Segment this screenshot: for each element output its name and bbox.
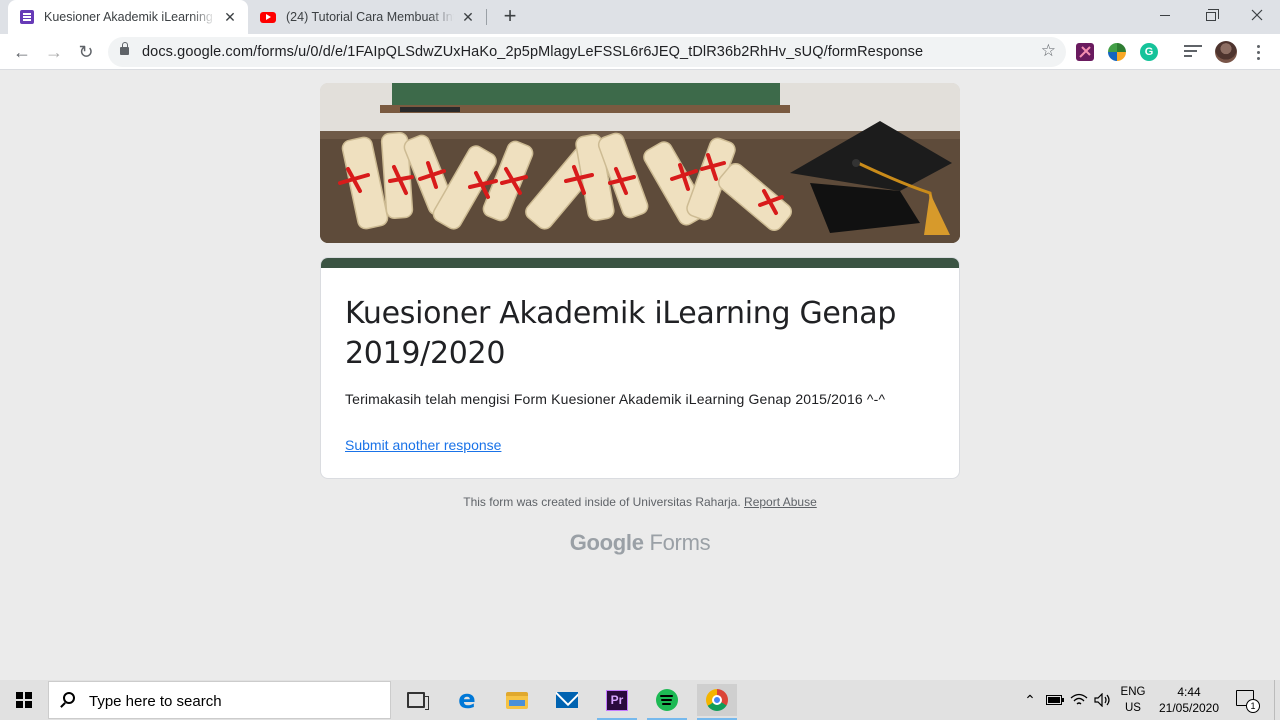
submit-another-link[interactable]: Submit another response [345, 437, 501, 453]
edge-button[interactable]: e [447, 684, 487, 716]
tab-title: Kuesioner Akademik iLearning Genap 2019/… [44, 10, 216, 24]
task-view-icon [407, 692, 429, 710]
tab-strip: Kuesioner Akademik iLearning Genap 2019/… [0, 0, 1280, 34]
youtube-icon [260, 11, 276, 23]
spotify-button[interactable] [647, 684, 687, 720]
confirmation-message: Terimakasih telah mengisi Form Kuesioner… [345, 391, 886, 407]
minimize-icon [1160, 14, 1170, 16]
search-placeholder: Type here to search [89, 693, 222, 710]
window-close-button[interactable] [1234, 0, 1280, 30]
edge-icon: e [458, 685, 476, 715]
show-hidden-icons-button[interactable]: ⌃ [1020, 680, 1040, 720]
footer-text: This form was created inside of Universi… [463, 495, 741, 509]
minimize-button[interactable] [1142, 0, 1188, 30]
show-desktop-button[interactable] [1274, 680, 1280, 720]
google-forms-icon [20, 10, 34, 24]
chrome-icon [706, 689, 728, 711]
close-icon [1251, 9, 1263, 21]
tab-separator [486, 9, 487, 25]
header-image [320, 83, 960, 243]
clock-date: 21/05/2020 [1158, 701, 1220, 715]
arrow-left-icon: ← [13, 41, 31, 62]
back-button[interactable]: ← [8, 38, 36, 66]
windows-icon [16, 692, 32, 708]
input-language-indicator[interactable]: ENG US [1118, 684, 1148, 716]
taskbar-search[interactable]: Type here to search [48, 681, 391, 719]
logo-forms: Forms [649, 530, 711, 555]
close-icon[interactable]: ✕ [460, 9, 476, 26]
chrome-button[interactable] [697, 684, 737, 720]
premiere-icon: Pr [606, 689, 628, 711]
avatar[interactable] [1215, 41, 1237, 63]
report-abuse-link[interactable]: Report Abuse [744, 495, 817, 509]
battery-icon[interactable] [1044, 680, 1066, 720]
task-view-button[interactable] [396, 684, 436, 716]
address-bar[interactable]: docs.google.com/forms/u/0/d/e/1FAIpQLSdw… [108, 37, 1066, 67]
tab-forms[interactable]: Kuesioner Akademik iLearning Genap 2019/… [8, 0, 248, 34]
page-viewport: Kuesioner Akademik iLearning Genap 2019/… [0, 70, 1280, 680]
extension-icon[interactable] [1076, 43, 1094, 61]
form-card: Kuesioner Akademik iLearning Genap 2019/… [320, 257, 960, 479]
browser-toolbar: ← → ↻ docs.google.com/forms/u/0/d/e/1FAI… [0, 34, 1280, 70]
volume-icon[interactable] [1092, 680, 1114, 720]
start-button[interactable] [0, 680, 48, 720]
keyboard-layout: US [1125, 702, 1141, 714]
premiere-button[interactable]: Pr [597, 684, 637, 720]
google-forms-logo[interactable]: Google Forms [320, 530, 960, 556]
tab-title: (24) Tutorial Cara Membuat Intro [286, 10, 454, 24]
forward-button[interactable]: → [40, 38, 68, 66]
restore-icon [1206, 8, 1219, 21]
spotify-icon [656, 689, 678, 711]
menu-icon[interactable] [1250, 42, 1266, 62]
search-icon [63, 692, 75, 704]
card-accent-bar [321, 258, 959, 268]
bookmark-star-icon[interactable]: ☆ [1041, 41, 1056, 61]
taskbar: Type here to search e Pr ⌃ ENG US 4:44 2… [0, 680, 1280, 720]
chevron-up-icon: ⌃ [1024, 691, 1036, 708]
mail-button[interactable] [547, 684, 587, 716]
grammarly-icon[interactable]: G [1140, 43, 1158, 61]
close-icon[interactable]: ✕ [222, 9, 238, 26]
extension-icon[interactable] [1108, 43, 1126, 61]
lock-icon [120, 42, 129, 55]
media-control-icon[interactable] [1184, 45, 1202, 59]
file-explorer-icon [506, 691, 528, 709]
arrow-right-icon: → [45, 41, 63, 62]
form-footer: This form was created inside of Universi… [320, 495, 960, 509]
page-title: Kuesioner Akademik iLearning Genap 2019/… [345, 296, 897, 371]
language-code: ENG [1120, 686, 1146, 698]
tab-youtube[interactable]: (24) Tutorial Cara Membuat Intro ✕ [248, 0, 486, 34]
new-tab-button[interactable]: + [498, 4, 522, 28]
clock[interactable]: 4:44 21/05/2020 [1152, 684, 1226, 716]
wifi-icon[interactable] [1068, 680, 1090, 720]
file-explorer-button[interactable] [497, 684, 537, 716]
reload-button[interactable]: ↻ [72, 38, 100, 66]
url-text[interactable]: docs.google.com/forms/u/0/d/e/1FAIpQLSdw… [142, 44, 923, 60]
logo-google: Google [569, 530, 644, 555]
notification-badge: 1 [1246, 699, 1260, 713]
clock-time: 4:44 [1177, 685, 1201, 699]
mail-icon [556, 692, 578, 708]
reload-icon: ↻ [78, 41, 94, 62]
restore-button[interactable] [1188, 0, 1234, 30]
